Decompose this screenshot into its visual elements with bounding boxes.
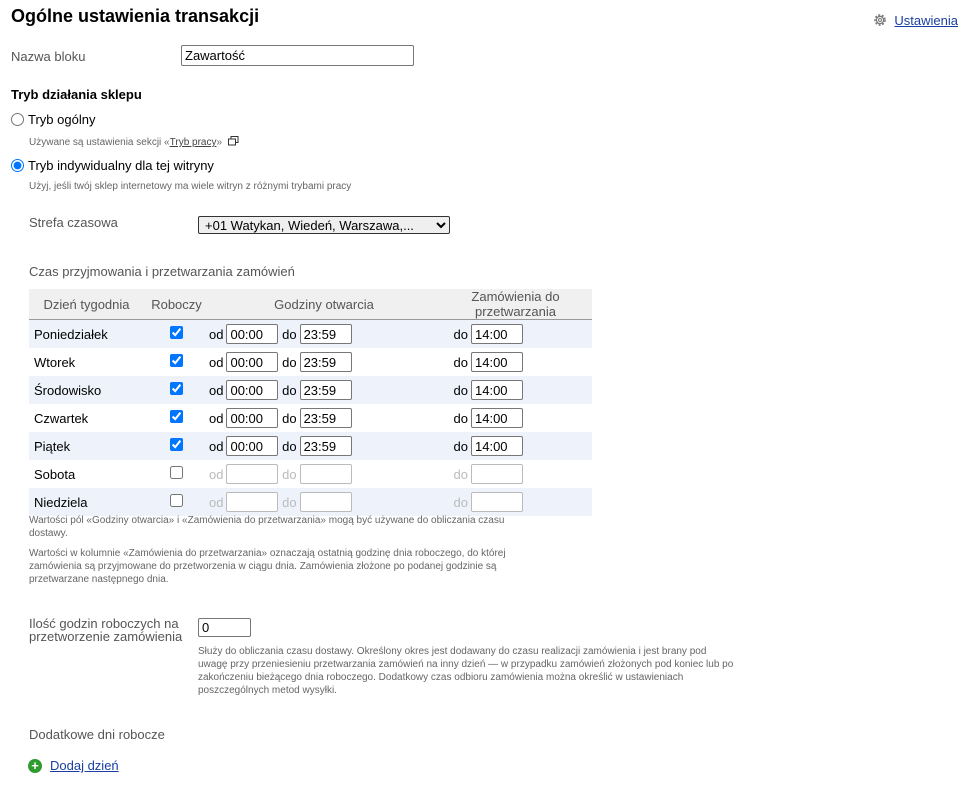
- schedule-title: Czas przyjmowania i przetwarzania zamówi…: [29, 264, 295, 279]
- to-label: do: [282, 466, 297, 482]
- open-to-input[interactable]: [299, 492, 352, 512]
- day-name: Czwartek: [34, 410, 89, 426]
- extra-days-title: Dodatkowe dni robocze: [29, 727, 165, 742]
- open-to-input[interactable]: [299, 324, 352, 344]
- schedule-row: Wtorek od do do: [29, 348, 592, 376]
- work-mode-link[interactable]: Tryb pracy: [170, 137, 217, 148]
- processing-hours-input[interactable]: [198, 618, 251, 637]
- schedule-row: Niedziela od do do: [29, 488, 592, 516]
- general-mode-label: Tryb ogólny: [28, 112, 96, 127]
- to-label: do: [282, 326, 297, 342]
- working-day-checkbox[interactable]: [170, 326, 183, 339]
- orders-to-label: do: [453, 410, 468, 426]
- from-label: od: [209, 466, 224, 482]
- open-from-input[interactable]: [226, 492, 279, 512]
- day-name: Sobota: [34, 466, 76, 482]
- orders-to-label: do: [453, 354, 468, 370]
- to-label: do: [282, 382, 297, 398]
- general-mode-hint: Używane są ustawienia sekcji «Tryb pracy…: [29, 136, 239, 148]
- schedule-row: Sobota od do do: [29, 460, 592, 488]
- col-orders: Zamówienia do przetwarzania: [439, 289, 592, 320]
- timezone-label: Strefa czasowa: [29, 215, 118, 230]
- day-name: Piątek: [29, 432, 144, 460]
- open-to-input[interactable]: [299, 464, 352, 484]
- plus-circle-icon: +: [28, 758, 42, 773]
- orders-to-label: do: [453, 438, 468, 454]
- from-label: od: [209, 354, 224, 370]
- schedule-note-2: Wartości w kolumnie «Zamówienia do przet…: [29, 548, 506, 585]
- open-to-input[interactable]: [299, 380, 352, 400]
- schedule-row: Czwartek od do do: [29, 404, 592, 432]
- col-day: Dzień tygodnia: [29, 289, 144, 320]
- from-label: od: [209, 326, 224, 342]
- orders-to-label: do: [453, 382, 468, 398]
- open-from-input[interactable]: [226, 380, 279, 400]
- timezone-select[interactable]: +01 Watykan, Wiedeń, Warszawa,...: [198, 216, 450, 234]
- general-mode-hint-text: Używane są ustawienia sekcji «: [29, 137, 170, 148]
- orders-to-input[interactable]: [471, 324, 523, 344]
- from-label: od: [209, 382, 224, 398]
- working-day-checkbox[interactable]: [170, 382, 183, 395]
- orders-to-label: do: [453, 466, 468, 482]
- individual-mode-radio[interactable]: [11, 159, 24, 172]
- orders-to-input[interactable]: [471, 380, 523, 400]
- open-to-input[interactable]: [299, 436, 352, 456]
- individual-mode-hint: Użyj, jeśli twój sklep internetowy ma wi…: [29, 181, 352, 192]
- individual-mode-option[interactable]: Tryb indywidualny dla tej witryny: [11, 158, 214, 173]
- working-day-checkbox[interactable]: [170, 466, 183, 479]
- orders-to-input[interactable]: [471, 464, 523, 484]
- schedule-note-1: Wartości pól «Godziny otwarcia» i «Zamów…: [29, 515, 505, 539]
- open-from-input[interactable]: [226, 324, 279, 344]
- general-mode-hint-suffix: »: [216, 137, 223, 148]
- working-day-checkbox[interactable]: [170, 438, 183, 451]
- day-name: Wtorek: [34, 354, 76, 370]
- day-name: Środowisko: [29, 376, 144, 404]
- day-name: Poniedziałek: [29, 319, 144, 348]
- gear-icon: [874, 14, 887, 26]
- to-label: do: [282, 354, 297, 370]
- orders-to-input[interactable]: [471, 436, 523, 456]
- external-window-icon[interactable]: [227, 136, 239, 146]
- settings-link-wrap[interactable]: Ustawienia: [872, 12, 958, 28]
- col-hours: Godziny otwarcia: [209, 289, 439, 320]
- to-label: do: [282, 410, 297, 426]
- open-from-input[interactable]: [226, 352, 279, 372]
- to-label: do: [282, 438, 297, 454]
- working-day-checkbox[interactable]: [170, 494, 183, 507]
- schedule-row: Poniedziałek od do do: [29, 319, 592, 348]
- from-label: od: [209, 494, 224, 510]
- settings-link[interactable]: Ustawienia: [894, 13, 958, 28]
- from-label: od: [209, 438, 224, 454]
- general-mode-radio[interactable]: [11, 113, 24, 126]
- orders-to-input[interactable]: [471, 352, 523, 372]
- open-to-input[interactable]: [299, 352, 352, 372]
- working-day-checkbox[interactable]: [170, 410, 183, 423]
- orders-to-label: do: [453, 326, 468, 342]
- processing-hours-hint: Służy do obliczania czasu dostawy. Okreś…: [198, 646, 734, 696]
- working-day-checkbox[interactable]: [170, 354, 183, 367]
- orders-to-label: do: [453, 494, 468, 510]
- block-name-input[interactable]: [181, 45, 414, 66]
- open-from-input[interactable]: [226, 408, 279, 428]
- mode-section-title: Tryb działania sklepu: [11, 87, 142, 102]
- from-label: od: [209, 410, 224, 426]
- add-day-button[interactable]: + Dodaj dzień: [28, 758, 119, 773]
- processing-hours-label: Ilość godzin roboczych na przetworzenie …: [29, 616, 183, 644]
- to-label: do: [282, 494, 297, 510]
- day-name: Niedziela: [29, 488, 144, 516]
- orders-to-input[interactable]: [471, 408, 523, 428]
- orders-to-input[interactable]: [471, 492, 523, 512]
- col-working: Roboczy: [144, 289, 209, 320]
- schedule-table: Dzień tygodnia Roboczy Godziny otwarcia …: [29, 289, 592, 516]
- open-from-input[interactable]: [226, 436, 279, 456]
- add-day-link[interactable]: Dodaj dzień: [50, 758, 119, 773]
- schedule-row: Piątek od do do: [29, 432, 592, 460]
- individual-mode-label: Tryb indywidualny dla tej witryny: [28, 158, 214, 173]
- block-name-label: Nazwa bloku: [11, 49, 86, 64]
- schedule-row: Środowisko od do do: [29, 376, 592, 404]
- page-title: Ogólne ustawienia transakcji: [11, 6, 260, 26]
- open-to-input[interactable]: [299, 408, 352, 428]
- open-from-input[interactable]: [226, 464, 279, 484]
- general-mode-option[interactable]: Tryb ogólny: [11, 112, 95, 127]
